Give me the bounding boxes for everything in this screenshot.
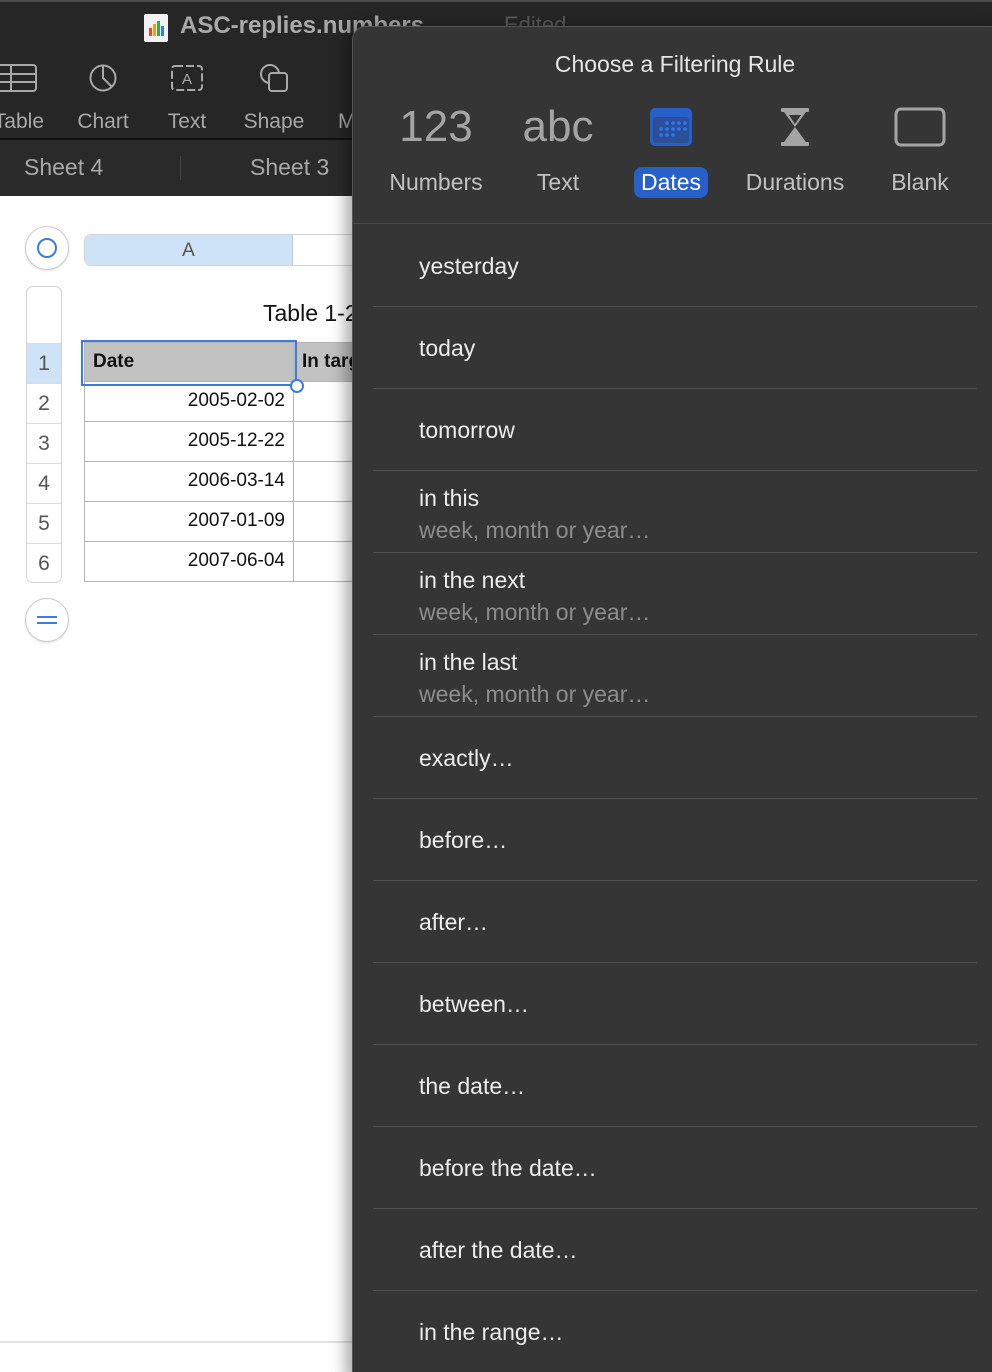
table-cell[interactable]: 2005-02-02 xyxy=(84,381,294,422)
row-header-bar: 1 2 3 4 5 6 xyxy=(26,286,62,583)
rule-the-date[interactable]: the date… xyxy=(373,1045,977,1127)
hourglass-icon xyxy=(733,99,857,155)
row-header[interactable]: 3 xyxy=(27,423,61,463)
select-table-button[interactable] xyxy=(25,226,69,270)
chart-icon xyxy=(70,60,136,96)
row-header[interactable]: 6 xyxy=(27,543,61,582)
row-header[interactable]: 2 xyxy=(27,383,61,423)
rule-in-this[interactable]: in this week, month or year… xyxy=(373,471,977,553)
toolbar-table-button[interactable]: Table xyxy=(0,60,44,134)
rule-after[interactable]: after… xyxy=(373,881,977,963)
sheet-tab[interactable]: Sheet 4 xyxy=(24,154,103,181)
text-box-icon: A xyxy=(157,60,217,96)
type-tab-dates[interactable]: Dates xyxy=(623,99,719,198)
table-title[interactable]: Table 1-2 xyxy=(263,300,358,327)
rule-before[interactable]: before… xyxy=(373,799,977,881)
rule-after-the-date[interactable]: after the date… xyxy=(373,1209,977,1291)
filter-rule-list: yesterday today tomorrow in this week, mo… xyxy=(373,225,977,1372)
toolbar-chart-button[interactable]: Chart xyxy=(70,60,136,134)
tab-divider xyxy=(180,156,181,180)
circle-icon xyxy=(37,238,57,258)
table-cell[interactable]: 2007-01-09 xyxy=(84,501,294,542)
blank-box-icon xyxy=(873,99,967,155)
rule-tomorrow[interactable]: tomorrow xyxy=(373,389,977,471)
numbers-icon: 123 xyxy=(399,102,473,151)
rule-in-the-next[interactable]: in the next week, month or year… xyxy=(373,553,977,635)
toolbar-text-button[interactable]: A Text xyxy=(157,60,217,134)
popover-title: Choose a Filtering Rule xyxy=(554,51,796,77)
rule-between[interactable]: between… xyxy=(373,963,977,1045)
rule-today[interactable]: today xyxy=(373,307,977,389)
table-cell[interactable]: 2005-12-22 xyxy=(84,421,294,462)
add-row-button[interactable] xyxy=(25,598,69,642)
text-icon: abc xyxy=(522,102,594,151)
svg-text:A: A xyxy=(182,71,192,88)
rule-in-the-range[interactable]: in the range… xyxy=(373,1291,977,1372)
row-header[interactable]: 5 xyxy=(27,503,61,543)
popover-divider xyxy=(353,223,992,224)
column-header-a[interactable]: A xyxy=(85,235,293,265)
rule-before-the-date[interactable]: before the date… xyxy=(373,1127,977,1209)
type-tab-text[interactable]: abc Text xyxy=(503,99,613,198)
calendar-icon xyxy=(623,99,719,155)
table-icon xyxy=(0,60,44,96)
rule-yesterday[interactable]: yesterday xyxy=(373,225,977,307)
type-tab-numbers[interactable]: 123 Numbers xyxy=(375,99,497,198)
divider xyxy=(0,1341,360,1343)
type-tab-durations[interactable]: Durations xyxy=(733,99,857,198)
rule-exactly[interactable]: exactly… xyxy=(373,717,977,799)
table-cell[interactable]: 2007-06-04 xyxy=(84,541,294,582)
toolbar-shape-button[interactable]: Shape xyxy=(236,60,312,134)
row-header[interactable]: 4 xyxy=(27,463,61,503)
rule-in-the-last[interactable]: in the last week, month or year… xyxy=(373,635,977,717)
row-header[interactable]: 1 xyxy=(27,343,61,383)
sheet-tab[interactable]: Sheet 3 xyxy=(250,154,329,181)
cell-selection-outline xyxy=(81,340,297,386)
numbers-document-icon xyxy=(144,14,168,42)
equals-icon xyxy=(37,616,57,624)
shape-icon xyxy=(236,60,312,96)
selection-resize-handle[interactable] xyxy=(290,379,304,393)
table-cell[interactable]: 2006-03-14 xyxy=(84,461,294,502)
filter-rule-popover: Choose a Filtering Rule 123 Numbers abc … xyxy=(352,26,992,1372)
type-tab-blank[interactable]: Blank xyxy=(873,99,967,198)
column-header-bar: A xyxy=(84,234,364,266)
numbers-app-window: ASC-replies.numbers Edited Table Chart A… xyxy=(0,0,992,1372)
